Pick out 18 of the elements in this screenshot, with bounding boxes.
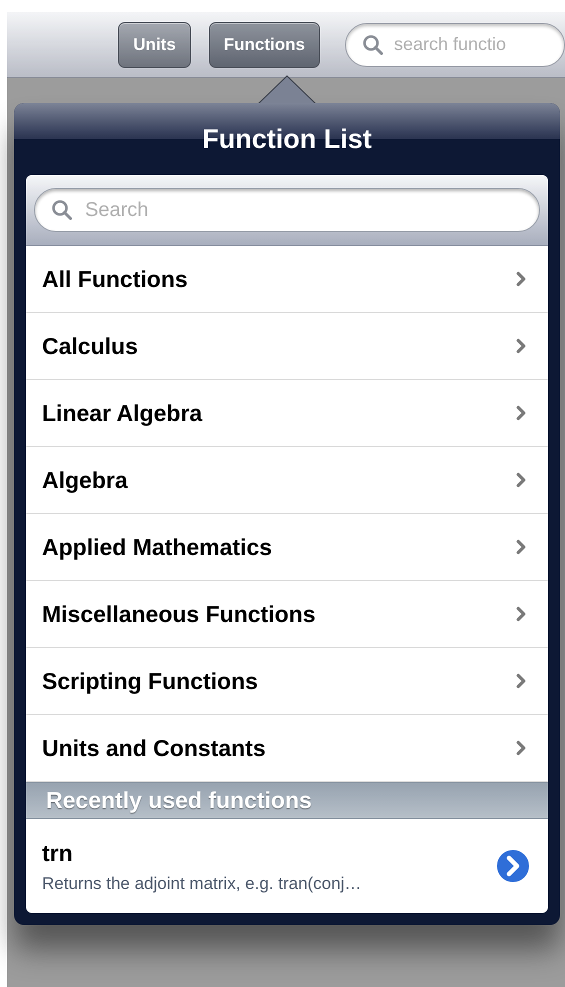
section-header: Recently used functions (26, 782, 548, 819)
popover-title: Function List (201, 122, 373, 156)
placeholder-text: Search (85, 198, 148, 223)
category-row[interactable]: Miscellaneous Functions (26, 581, 548, 648)
category-row[interactable]: Algebra (26, 447, 548, 514)
search-icon (362, 34, 384, 56)
category-row[interactable]: Scripting Functions (26, 648, 548, 715)
recent-function-row[interactable]: trn Returns the adjoint matrix, e.g. tran(conj… (26, 819, 548, 913)
detail-disclosure-icon[interactable] (494, 847, 532, 885)
function-name: trn (42, 839, 74, 868)
category-row[interactable]: Linear Algebra (26, 380, 548, 447)
function-description: Returns the adjoint matrix, e.g. tran(conj… (42, 872, 362, 894)
category-row[interactable]: Calculus (26, 313, 548, 380)
search-icon (51, 199, 73, 221)
toolbar-button[interactable]: Functions (208, 22, 320, 68)
placeholder-text: search functio (394, 33, 506, 56)
category-row[interactable]: Applied Mathematics (26, 514, 548, 581)
category-row[interactable]: All Functions (26, 246, 548, 313)
